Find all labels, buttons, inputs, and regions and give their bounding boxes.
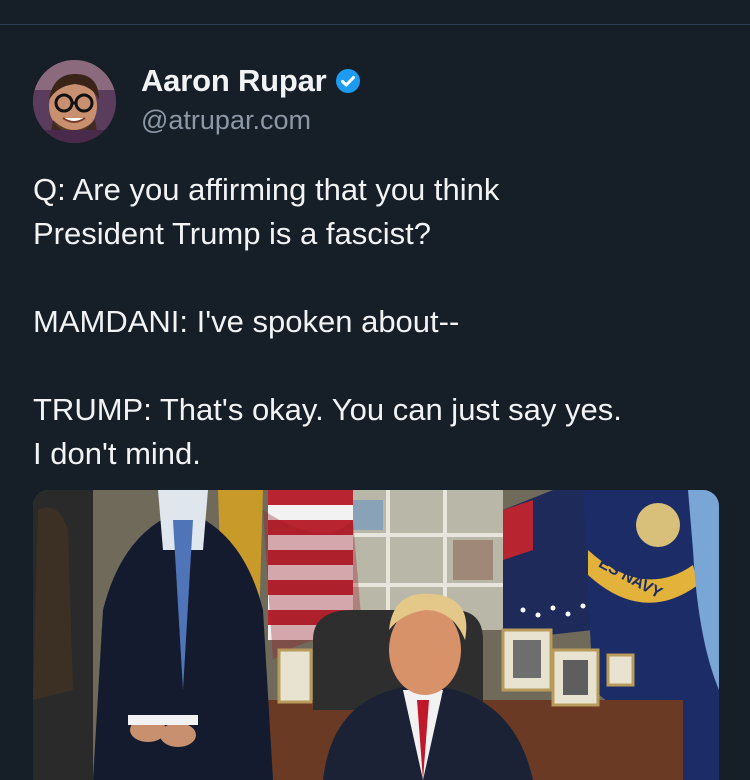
post[interactable]: Aaron Rupar @atrupar.com Q: Are you affi… — [0, 25, 750, 780]
post-text: Q: Are you affirming that you think Pres… — [33, 168, 723, 476]
post-text-line: Q: Are you affirming that you think — [33, 172, 500, 207]
post-text-line: MAMDANI: I've spoken about-- — [33, 304, 460, 339]
author-display-name[interactable]: Aaron Rupar — [141, 63, 327, 99]
post-media-photo[interactable]: ES NAVY — [33, 490, 719, 780]
post-text-line: I don't mind. — [33, 436, 201, 471]
post-text-line: President Trump is a fascist? — [33, 216, 431, 251]
author-avatar[interactable] — [33, 60, 116, 143]
display-name-row: Aaron Rupar — [141, 63, 361, 99]
verified-badge-icon — [335, 69, 360, 93]
post-text-line: TRUMP: That's okay. You can just say yes… — [33, 392, 622, 427]
author-handle[interactable]: @atrupar.com — [141, 105, 361, 136]
author-block: Aaron Rupar @atrupar.com — [141, 63, 361, 136]
top-divider — [0, 0, 750, 25]
oval-office-photo: ES NAVY — [33, 490, 719, 780]
avatar-photo-icon — [33, 60, 116, 143]
